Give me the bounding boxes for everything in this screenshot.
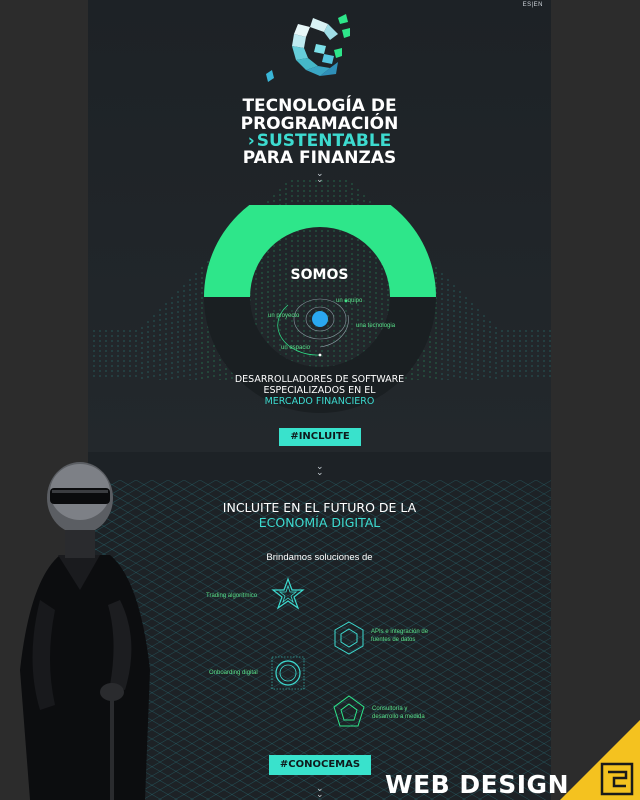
corner-triangle xyxy=(560,720,640,800)
service-label-consulting-l2: desarrollo a medida xyxy=(372,714,425,720)
service-label-trading: Trading algorítmico xyxy=(206,593,258,599)
service-label-consulting-l1: Consultoría y xyxy=(372,706,408,712)
scroll-down-icon[interactable]: ⌄ ⌄ xyxy=(316,462,324,477)
somos-desc-line3: MERCADO FINANCIERO xyxy=(264,396,375,407)
somos-title: SOMOS xyxy=(290,267,349,283)
hero-title-line1: TECNOLOGÍA DE xyxy=(242,96,397,116)
logo-icon xyxy=(266,14,350,82)
service-label-onboarding: Onboarding digital xyxy=(209,670,258,676)
consulting-icon[interactable] xyxy=(331,694,367,730)
orbit-label-proyecto: un proyecto xyxy=(268,313,300,319)
api-icon[interactable] xyxy=(331,620,367,656)
incluite-button[interactable]: #INCLUITE xyxy=(279,428,361,446)
web-design-overlay: WEB DESIGN xyxy=(385,770,569,799)
service-label-apis-l2: fuentes de datos xyxy=(371,637,416,643)
orbit-label-tecnologia: una tecnologia xyxy=(356,323,396,329)
trading-icon[interactable] xyxy=(270,576,306,612)
service-label-consulting: Consultoría y desarrollo a medida xyxy=(372,705,425,721)
orbit-label-equipo: un equipo xyxy=(336,298,363,304)
language-switch[interactable]: ES|EN xyxy=(523,2,543,8)
orbit-label-espacio: un espacio xyxy=(281,345,311,351)
service-label-apis: APIs e integración de fuentes de datos xyxy=(371,628,428,644)
service-label-apis-l1: APIs e integración de xyxy=(371,629,429,635)
somos-desc-line2: ESPECIALIZADOS EN EL xyxy=(263,385,376,396)
scroll-down-icon[interactable]: ⌄ ⌄ xyxy=(316,784,324,799)
hero-title-line4: PARA FINANZAS xyxy=(242,148,397,168)
onboarding-icon[interactable] xyxy=(270,655,306,691)
somos-desc-line1: DESARROLLADORES DE SOFTWARE xyxy=(234,374,405,385)
conocemas-button[interactable]: #CONOCEMAS xyxy=(269,755,371,775)
robot-figure xyxy=(20,462,150,800)
